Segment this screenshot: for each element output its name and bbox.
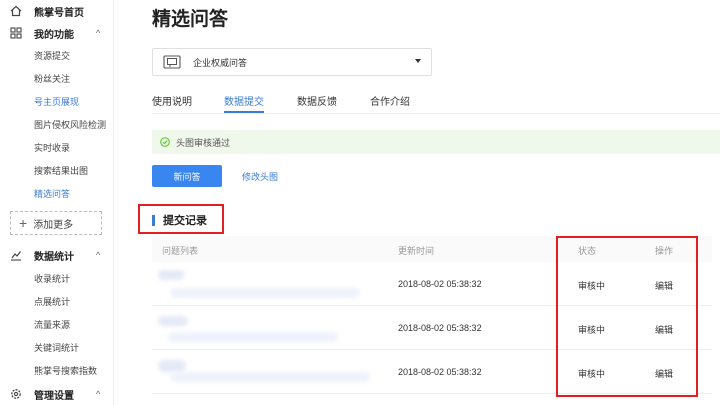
row-time: 2018-08-02 05:38:32 [398,323,482,333]
qa-type-select[interactable]: 企业权威问答 [152,48,432,76]
sidebar-group-settings[interactable]: 管理设置 ^ [0,383,114,405]
column-header-time: 更新时间 [398,246,435,256]
sidebar-item-search-image[interactable]: 搜索结果出图 [0,159,114,181]
qa-icon [163,55,181,69]
sidebar-group-label: 熊掌号首页 [34,7,84,19]
page-title: 精选问答 [152,9,229,30]
sidebar-item-traffic-source[interactable]: 流量来源 [0,313,114,335]
check-circle-icon [160,137,170,147]
gear-icon [10,388,22,400]
sidebar-item-keyword-stats[interactable]: 关键词统计 [0,336,114,358]
sidebar-item-featured-qa[interactable]: 精选问答 [0,182,114,204]
home-icon [10,5,22,17]
column-header-question: 问题列表 [162,246,199,256]
tab-data-submit[interactable]: 数据提交 [224,93,264,108]
sidebar-group-home[interactable]: 熊掌号首页 [0,0,114,22]
new-qa-button[interactable]: 新问答 [152,165,222,187]
annotation-box-title [138,204,224,234]
sidebar-item-homepage-display[interactable]: 号主页展现 [0,90,114,112]
chart-icon [10,249,22,261]
annotation-box-status-actions [556,236,698,397]
add-more-label: 添加更多 [33,219,74,231]
blurred-question [158,360,186,372]
blurred-question [170,372,370,382]
sidebar-item-index-stats[interactable]: 收录统计 [0,267,114,289]
tab-partnership[interactable]: 合作介绍 [370,93,410,108]
sidebar-group-my-features[interactable]: 我的功能 ^ [0,22,114,44]
success-notice: 头图审核通过 [152,130,720,154]
edit-header-image-link[interactable]: 修改头图 [242,170,278,183]
chevron-up-icon: ^ [96,28,101,38]
sidebar-group-stats[interactable]: 数据统计 ^ [0,244,114,266]
sidebar-item-resource-submit[interactable]: 资源提交 [0,44,114,66]
sidebar: 熊掌号首页 我的功能 ^ 资源提交 粉丝关注 号主页展现 图片侵权风险检测 实时… [0,0,114,405]
sidebar-group-label: 管理设置 [34,390,74,402]
sidebar-group-label: 我的功能 [34,29,74,41]
tab-data-feedback[interactable]: 数据反馈 [297,93,337,108]
blurred-question [158,316,188,326]
blurred-question [168,332,338,342]
tab-usage[interactable]: 使用说明 [152,93,192,108]
sidebar-item-search-index[interactable]: 熊掌号搜索指数 [0,359,114,381]
grid-icon [10,27,22,39]
chevron-up-icon: ^ [96,389,101,399]
sidebar-group-label: 数据统计 [34,251,74,263]
row-time: 2018-08-02 05:38:32 [398,279,482,289]
tabs-divider [152,113,720,114]
sidebar-item-image-risk[interactable]: 图片侵权风险检测 [0,113,114,135]
row-time: 2018-08-02 05:38:32 [398,367,482,377]
blurred-question [170,288,360,298]
sidebar-item-click-stats[interactable]: 点展统计 [0,290,114,312]
notice-text: 头图审核通过 [176,137,231,148]
add-more-button[interactable]: + 添加更多 [10,211,102,235]
chevron-up-icon: ^ [96,250,101,260]
sidebar-item-realtime-index[interactable]: 实时收录 [0,136,114,158]
plus-icon: + [19,215,28,231]
caret-down-icon [415,59,421,63]
blurred-question [158,270,184,280]
sidebar-item-fans[interactable]: 粉丝关注 [0,67,114,89]
qa-type-value: 企业权威问答 [193,57,248,68]
